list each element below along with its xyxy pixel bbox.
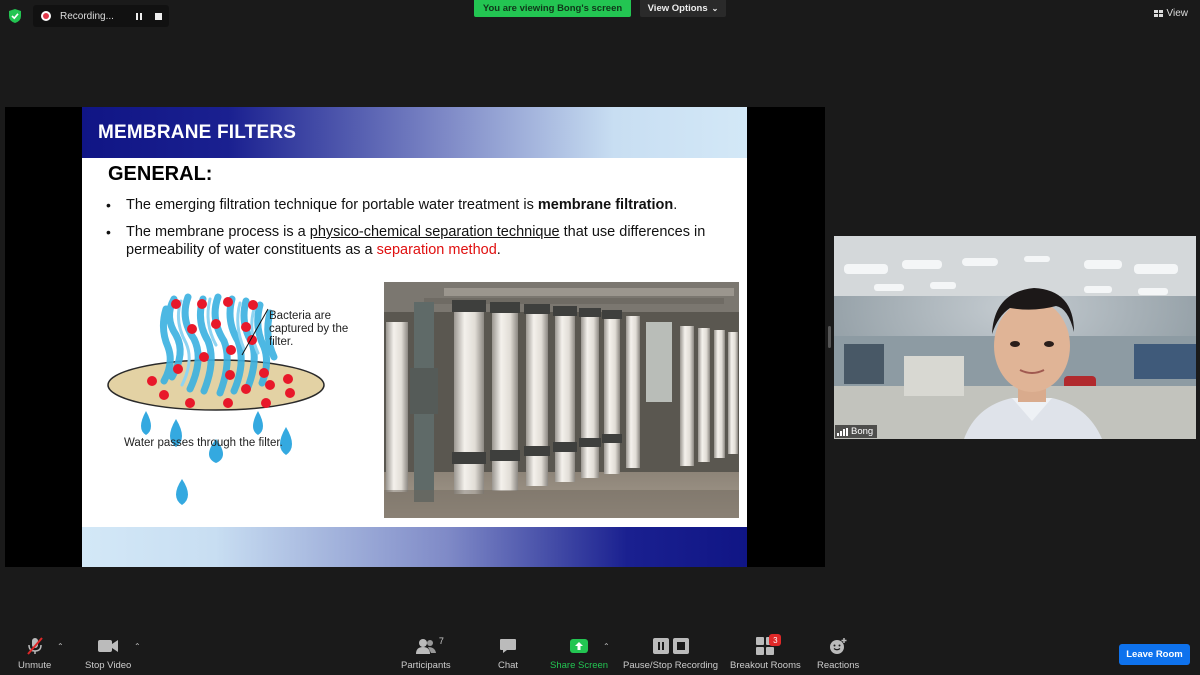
participant-name: Bong bbox=[851, 426, 874, 437]
unmute-button[interactable]: Unmute bbox=[18, 636, 51, 671]
view-label: View bbox=[1166, 8, 1189, 19]
security-shield-icon[interactable] bbox=[9, 9, 21, 23]
participant-name-tag: Bong bbox=[835, 425, 878, 438]
video-camera-icon bbox=[97, 636, 119, 656]
presentation-slide: MEMBRANE FILTERS GENERAL: The emerging f… bbox=[82, 107, 747, 567]
reactions-label: Reactions bbox=[817, 660, 860, 671]
recording-label: Recording... bbox=[60, 10, 114, 22]
bullet-underlined-text: physico-chemical separation technique bbox=[309, 224, 560, 240]
unmute-label: Unmute bbox=[18, 660, 52, 671]
slide-title: MEMBRANE FILTERS bbox=[98, 122, 297, 143]
bullet-bold-text: membrane filtration bbox=[537, 197, 674, 213]
breakout-rooms-label: Breakout Rooms bbox=[730, 660, 801, 671]
bullet-red-text: separation method bbox=[376, 242, 497, 258]
microphone-muted-icon bbox=[25, 636, 45, 656]
breakout-rooms-icon: 3 bbox=[756, 634, 782, 656]
signal-strength-icon bbox=[837, 427, 848, 436]
viewing-screen-banner: You are viewing Bong's screen bbox=[474, 0, 631, 17]
grid-view-icon bbox=[1153, 9, 1163, 18]
pause-stop-recording-label: Pause/Stop Recording bbox=[623, 660, 719, 671]
leave-room-button[interactable]: Leave Room bbox=[1119, 644, 1190, 665]
pause-stop-recording-button[interactable]: Pause/Stop Recording bbox=[623, 636, 718, 671]
breakout-rooms-button[interactable]: 3 Breakout Rooms bbox=[730, 634, 801, 671]
share-screen-button[interactable]: Share Screen bbox=[550, 636, 608, 671]
bullet-point: The membrane process is a physico-chemic… bbox=[106, 223, 736, 259]
view-options-label: View Options bbox=[647, 3, 708, 14]
stop-video-label: Stop Video bbox=[85, 660, 132, 671]
splitter-handle[interactable] bbox=[828, 326, 831, 348]
reactions-button[interactable]: Reactions bbox=[817, 636, 859, 671]
share-options-caret-icon[interactable]: ⌃ bbox=[603, 642, 610, 651]
share-screen-icon bbox=[569, 636, 589, 656]
water-caption: Water passes through the filter. bbox=[124, 437, 283, 449]
zoom-meeting-window: Recording... You are viewing Bong's scre… bbox=[0, 0, 1200, 675]
audio-options-caret-icon[interactable]: ⌃ bbox=[57, 642, 64, 651]
chevron-down-icon: ⌄ bbox=[711, 4, 719, 13]
bullet-point: The emerging filtration technique for po… bbox=[106, 196, 736, 214]
bullet-text: . bbox=[496, 242, 501, 258]
participants-button[interactable]: 7 Participants bbox=[401, 636, 451, 671]
bullet-text: The emerging filtration technique for po… bbox=[126, 197, 538, 213]
participants-icon: 7 bbox=[415, 636, 444, 656]
bullet-text: . bbox=[673, 197, 678, 213]
slide-bullet-list: The emerging filtration technique for po… bbox=[106, 196, 736, 268]
pause-recording-icon[interactable] bbox=[132, 10, 145, 23]
participants-label: Participants bbox=[401, 660, 451, 671]
recording-dot-icon bbox=[41, 11, 51, 21]
chat-bubble-icon bbox=[499, 636, 517, 656]
bacteria-caption: Bacteria are captured by the filter. bbox=[269, 310, 349, 348]
slide-subheading: GENERAL: bbox=[108, 163, 213, 185]
view-options-button[interactable]: View Options ⌄ bbox=[640, 0, 726, 17]
participant-count: 7 bbox=[438, 636, 444, 646]
view-layout-button[interactable]: View bbox=[1153, 8, 1189, 19]
stop-video-button[interactable]: Stop Video bbox=[85, 636, 131, 671]
smiley-icon bbox=[828, 636, 848, 656]
slide-header-bar: MEMBRANE FILTERS bbox=[82, 107, 747, 158]
stop-recording-icon[interactable] bbox=[152, 10, 165, 23]
video-options-caret-icon[interactable]: ⌃ bbox=[134, 642, 141, 651]
slide-footer-bar bbox=[82, 527, 747, 567]
participant-video-frame bbox=[834, 236, 1196, 439]
chat-label: Chat bbox=[498, 660, 519, 671]
participant-video-tile[interactable]: Bong bbox=[834, 236, 1196, 439]
breakout-count-badge: 3 bbox=[769, 634, 782, 646]
share-screen-label: Share Screen bbox=[550, 660, 609, 671]
recording-controls-icon bbox=[652, 636, 689, 656]
shared-screen: MEMBRANE FILTERS GENERAL: The emerging f… bbox=[5, 107, 825, 567]
recording-indicator: Recording... bbox=[33, 5, 169, 27]
meeting-toolbar: Unmute ⌃ Stop Video ⌃ 7 Participants Cha… bbox=[0, 630, 1200, 675]
bullet-text: The membrane process is a bbox=[126, 224, 310, 240]
membrane-plant-photo bbox=[384, 282, 739, 518]
chat-button[interactable]: Chat bbox=[498, 636, 518, 671]
